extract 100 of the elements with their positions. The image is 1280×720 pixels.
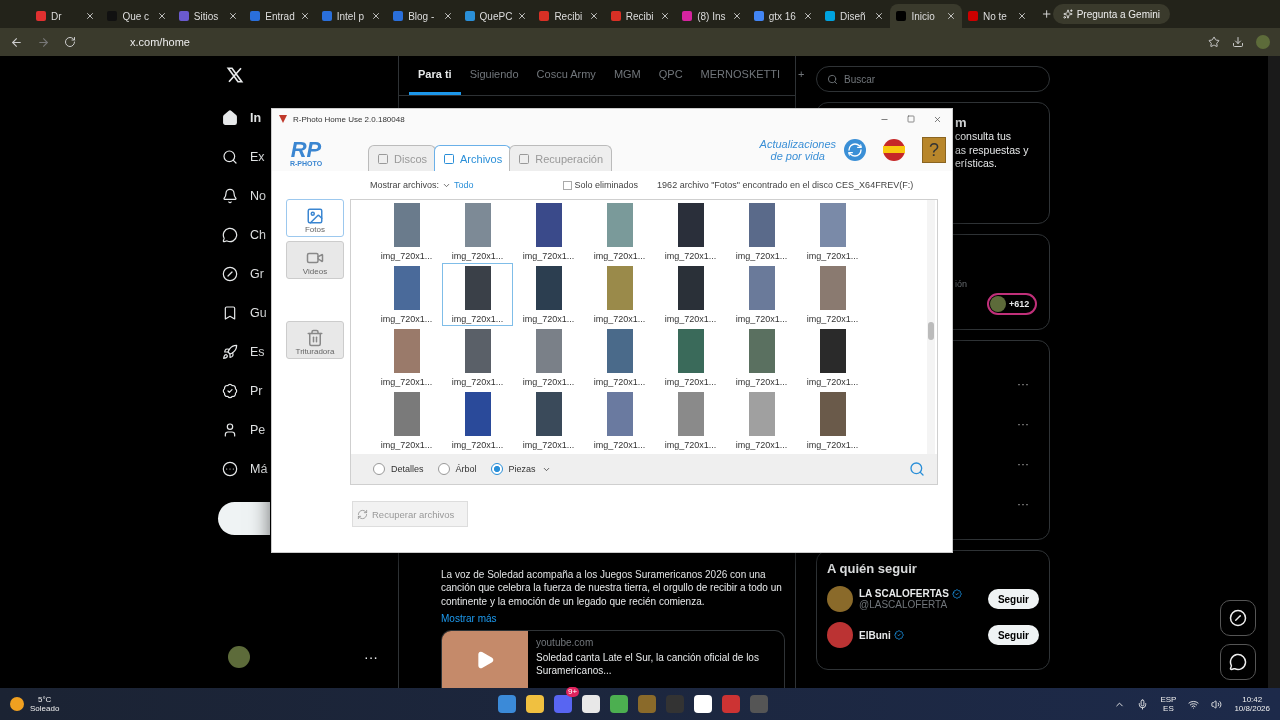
radio-button[interactable]	[373, 463, 385, 475]
file-item[interactable]: img_720x1...	[513, 263, 584, 326]
close-icon[interactable]	[588, 11, 599, 21]
radio-button[interactable]	[490, 463, 503, 475]
link-card[interactable]: youtube.com Soledad canta Late el Sur, la canción oficial de los Suramericanos...	[441, 630, 785, 688]
app-tab[interactable]: Archivos	[434, 145, 512, 171]
browser-tab[interactable]: Que c	[101, 4, 173, 28]
forward-icon[interactable]	[37, 35, 50, 49]
browser-tab[interactable]: Intel p	[315, 4, 388, 28]
feed-tab[interactable]: MERNOSKETTI	[691, 56, 790, 95]
file-item[interactable]: img_720x1...	[513, 389, 584, 452]
language-indicator[interactable]: ESP ES	[1160, 695, 1177, 713]
nav-item[interactable]: Pe	[218, 410, 266, 449]
file-item[interactable]: img_720x1...	[513, 326, 584, 389]
scroll-thumb[interactable]	[928, 322, 934, 340]
listeners-pill[interactable]: +612	[987, 293, 1038, 315]
file-item[interactable]: img_720x1...	[442, 200, 513, 263]
radio-button[interactable]	[437, 463, 450, 475]
clock-date[interactable]: 10/8/2026	[1234, 704, 1270, 713]
microphone-icon[interactable]	[1137, 698, 1149, 710]
download-icon[interactable]	[1232, 36, 1244, 48]
close-icon[interactable]	[156, 11, 167, 21]
close-icon[interactable]	[517, 11, 528, 21]
more-button[interactable]: ···	[1017, 417, 1029, 457]
taskbar-app-icon[interactable]	[526, 695, 544, 713]
taskbar-app-icon[interactable]	[582, 695, 600, 713]
more-button[interactable]: ···	[1017, 497, 1029, 537]
file-item[interactable]: img_720x1...	[584, 263, 655, 326]
filter-link[interactable]: Todo	[454, 180, 474, 190]
scrollbar[interactable]	[927, 200, 935, 454]
taskbar-app-icon[interactable]	[694, 695, 712, 713]
nav-item[interactable]: In	[218, 98, 262, 137]
file-item[interactable]: img_720x1...	[371, 326, 442, 389]
avatar[interactable]	[827, 622, 853, 648]
add-tab-button[interactable]: +	[789, 56, 814, 95]
more-button[interactable]: ···	[1017, 457, 1029, 497]
file-item[interactable]: img_720x1...	[584, 200, 655, 263]
account-name[interactable]: LA SCALOFERTAS	[859, 588, 962, 599]
browser-tab[interactable]: (8) Ins	[676, 4, 748, 28]
nav-item[interactable]: Ex	[218, 137, 265, 176]
browser-tab[interactable]: Sitios	[172, 4, 245, 28]
file-item[interactable]: img_720x1...	[726, 263, 797, 326]
file-item[interactable]: img_720x1...	[371, 389, 442, 452]
nav-item[interactable]: Gr	[218, 254, 264, 293]
browser-tab[interactable]: QuePC	[458, 4, 534, 28]
close-icon[interactable]	[442, 11, 453, 21]
close-icon[interactable]	[228, 11, 239, 21]
close-icon[interactable]	[85, 11, 96, 21]
nav-item[interactable]: Ch	[218, 215, 266, 254]
search-icon[interactable]	[909, 461, 925, 477]
refresh-icon[interactable]	[844, 139, 866, 161]
clock-time[interactable]: 10:42	[1242, 695, 1263, 704]
close-icon[interactable]	[933, 114, 942, 124]
file-item[interactable]: img_720x1...	[584, 389, 655, 452]
feed-tab[interactable]: Coscu Army	[527, 56, 605, 95]
browser-tab[interactable]: Inicio	[890, 4, 962, 28]
show-more-link[interactable]: Mostrar más	[441, 613, 497, 624]
file-item[interactable]: img_720x1...	[655, 326, 726, 389]
close-icon[interactable]	[371, 11, 382, 21]
feed-tab[interactable]: QPC	[649, 56, 692, 95]
file-item[interactable]: img_720x1...	[442, 263, 513, 326]
nav-item[interactable]: Gu	[218, 293, 267, 332]
file-item[interactable]: img_720x1...	[797, 200, 868, 263]
file-item[interactable]: img_720x1...	[584, 326, 655, 389]
file-item[interactable]: img_720x1...	[655, 389, 726, 452]
nav-item[interactable]: No	[218, 176, 266, 215]
x-logo-icon[interactable]	[226, 66, 244, 84]
language-flag-icon[interactable]	[880, 138, 908, 162]
account-name[interactable]: ElBuni	[859, 629, 904, 641]
gemini-button[interactable]: Pregunta a Gemini	[1052, 4, 1171, 24]
scrollbar[interactable]	[1268, 56, 1280, 688]
taskbar-app-icon[interactable]	[610, 695, 628, 713]
more-button[interactable]: ···	[364, 649, 378, 665]
file-item[interactable]: img_720x1...	[797, 389, 868, 452]
file-item[interactable]: img_720x1...	[513, 200, 584, 263]
reload-icon[interactable]	[64, 36, 76, 48]
play-icon[interactable]	[475, 649, 495, 670]
network-icon[interactable]	[1188, 698, 1200, 710]
close-icon[interactable]	[945, 11, 956, 21]
feed-tab[interactable]: MGM	[604, 56, 650, 95]
avatar[interactable]	[228, 646, 250, 668]
browser-tab[interactable]: Blog -	[387, 4, 459, 28]
feed-tab[interactable]: Siguiendo	[460, 56, 528, 95]
close-icon[interactable]	[1017, 11, 1028, 21]
file-item[interactable]: img_720x1...	[726, 326, 797, 389]
file-item[interactable]: img_720x1...	[797, 326, 868, 389]
grok-button[interactable]	[1220, 600, 1256, 636]
nav-item[interactable]: Es	[218, 332, 265, 371]
follow-button[interactable]: Seguir	[987, 625, 1039, 645]
file-item[interactable]: img_720x1...	[655, 200, 726, 263]
nav-item[interactable]: Pr	[218, 371, 263, 410]
file-item[interactable]: img_720x1...	[726, 389, 797, 452]
file-item[interactable]: img_720x1...	[726, 200, 797, 263]
browser-tab[interactable]: Recibi	[604, 4, 677, 28]
close-icon[interactable]	[731, 11, 742, 21]
volume-icon[interactable]	[1211, 698, 1223, 710]
file-item[interactable]: img_720x1...	[655, 263, 726, 326]
file-item[interactable]: img_720x1...	[442, 389, 513, 452]
taskbar-app-icon[interactable]	[498, 695, 516, 713]
browser-tab[interactable]: No te	[961, 4, 1034, 28]
